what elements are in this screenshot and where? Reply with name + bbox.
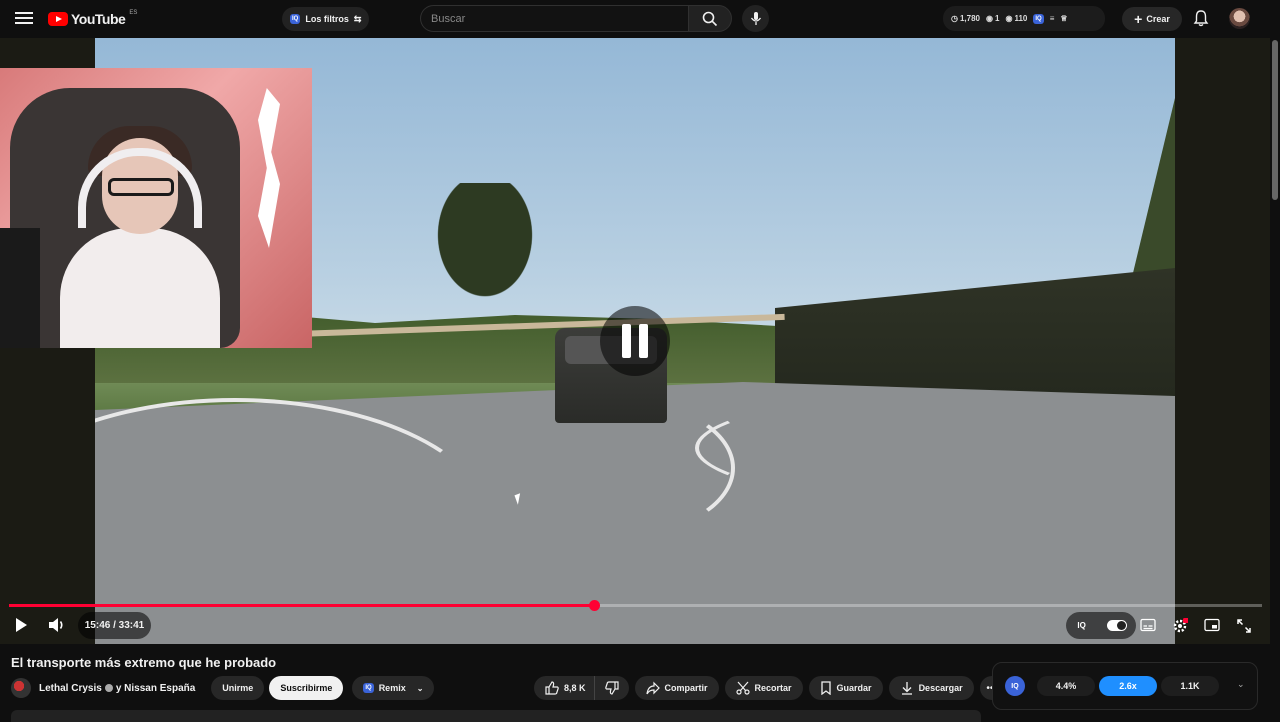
- action-row: 8,8 K Compartir Recortar Guardar Descarg…: [534, 676, 1004, 700]
- plus-icon: +: [1134, 11, 1143, 27]
- time-display: 15:46 / 33:41: [78, 612, 151, 639]
- voice-search-button[interactable]: [742, 5, 769, 32]
- fullscreen-icon: [1237, 619, 1251, 633]
- stat-count2: 110: [1014, 14, 1028, 23]
- miniplayer-button[interactable]: [1204, 618, 1220, 632]
- save-label: Guardar: [836, 683, 872, 693]
- join-button[interactable]: Unirme: [211, 676, 265, 700]
- webcam-person: [40, 108, 230, 348]
- progress-bar[interactable]: [9, 600, 1262, 611]
- country-code: ES: [129, 10, 138, 16]
- autoplay-toggle[interactable]: [1106, 620, 1127, 631]
- search-icon: [702, 11, 718, 26]
- youtube-play-icon: [48, 12, 68, 26]
- clip-label: Recortar: [754, 683, 792, 693]
- miniplayer-icon: [1204, 618, 1220, 632]
- webcam-overlay: [0, 68, 312, 348]
- extension-controls: IQ: [1066, 612, 1136, 639]
- dislike-button[interactable]: [593, 676, 629, 700]
- pause-icon: [622, 324, 631, 358]
- channel-row: Lethal Crysis y Nissan España Unirme Sus…: [11, 676, 435, 700]
- clip-button[interactable]: Recortar: [724, 676, 803, 700]
- iq-icon: IQ: [1033, 13, 1044, 24]
- filters-label: Los filtros: [305, 14, 349, 24]
- thumbs-down-icon: [604, 681, 619, 695]
- user-avatar[interactable]: [1229, 8, 1250, 29]
- thumbs-up-icon: [545, 681, 559, 695]
- subscribe-button[interactable]: Suscribirme: [269, 676, 344, 700]
- like-button[interactable]: 8,8 K: [534, 676, 594, 700]
- download-button[interactable]: Descargar: [888, 676, 974, 700]
- page-scrollbar[interactable]: [1270, 0, 1280, 720]
- sliders-icon: ⇆: [353, 13, 362, 24]
- video-tree: [425, 183, 545, 313]
- share-icon: [645, 681, 660, 695]
- share-button[interactable]: Compartir: [634, 676, 719, 700]
- volume-button[interactable]: [47, 616, 67, 634]
- youtube-logo[interactable]: YouTube ES: [48, 10, 138, 27]
- search-button[interactable]: [688, 5, 732, 32]
- download-label: Descargar: [918, 683, 963, 693]
- verified-icon: [104, 684, 113, 692]
- play-button[interactable]: [13, 616, 31, 634]
- stat-count1: 1: [995, 14, 1000, 23]
- save-button[interactable]: Guardar: [808, 676, 883, 700]
- create-label: Crear: [1146, 14, 1170, 24]
- microphone-icon: [750, 11, 761, 25]
- settings-button[interactable]: [1172, 618, 1190, 633]
- search-input[interactable]: [420, 5, 688, 32]
- scissors-icon: [735, 681, 750, 695]
- search-box: [420, 5, 732, 32]
- fullscreen-button[interactable]: [1236, 618, 1252, 633]
- remix-label: Remix: [378, 683, 406, 693]
- pause-overlay-button[interactable]: [600, 306, 670, 376]
- video-player[interactable]: 15:46 / 33:41 IQ: [0, 38, 1270, 644]
- subtitles-button[interactable]: [1140, 618, 1156, 632]
- iq-stat-multiplier[interactable]: 2.6x: [1099, 676, 1157, 696]
- notifications-button[interactable]: [1192, 9, 1210, 27]
- top-bar: YouTube ES IQ Los filtros ⇆ ◷1,780 ◉1 ◉1…: [0, 0, 1280, 38]
- webcam-mic: [0, 228, 40, 348]
- chevron-down-icon: ⌄: [416, 683, 424, 693]
- subtitles-icon: [1140, 618, 1156, 632]
- iq-stat-engagement[interactable]: 4.4%: [1037, 676, 1095, 696]
- share-label: Compartir: [664, 683, 708, 693]
- clock-icon: ◷: [951, 14, 958, 23]
- video-title: El transporte más extremo que he probado: [11, 655, 277, 670]
- webcam-neon-light: [258, 88, 280, 248]
- iq-logo-icon[interactable]: IQ: [1005, 676, 1025, 696]
- progress-fill: [9, 604, 595, 607]
- channel-avatar[interactable]: [11, 678, 31, 698]
- channel-name[interactable]: Lethal Crysis: [39, 683, 102, 694]
- award-icon: ♕: [1060, 14, 1068, 23]
- like-count: 8,8 K: [564, 683, 586, 693]
- chevron-down-icon[interactable]: ⌄: [1237, 679, 1245, 690]
- description-box[interactable]: [11, 710, 981, 722]
- remix-button[interactable]: IQ Remix ⌄: [352, 676, 435, 700]
- filters-button[interactable]: IQ Los filtros ⇆: [282, 7, 370, 31]
- eye-icon: ◉: [986, 14, 993, 23]
- iq-stat-count[interactable]: 1.1K: [1161, 676, 1219, 696]
- bell-icon: [1193, 10, 1209, 27]
- volume-icon: [49, 618, 63, 632]
- stats-extension[interactable]: ◷ 1,780 ◉ 1 ◉ 110 IQ ≡ ♕: [943, 6, 1105, 31]
- list-icon: ≡: [1049, 14, 1055, 23]
- iq-icon: IQ: [290, 14, 301, 24]
- iq-icon[interactable]: IQ: [1075, 620, 1087, 632]
- download-icon: [901, 682, 912, 695]
- menu-icon[interactable]: [14, 9, 34, 29]
- logo-text: YouTube: [71, 11, 126, 27]
- iq-stats-panel: IQ 4.4% 2.6x 1.1K ⌄: [992, 662, 1258, 710]
- stat-views: 1,780: [959, 14, 981, 23]
- gear-icon: [1173, 618, 1190, 633]
- scrollbar-thumb[interactable]: [1272, 40, 1278, 200]
- iq-icon: IQ: [363, 683, 374, 693]
- collab-name[interactable]: y Nissan España: [116, 683, 195, 694]
- create-button[interactable]: + Crear: [1122, 7, 1182, 31]
- bookmark-icon: [820, 681, 831, 695]
- eye-icon: ◉: [1005, 14, 1013, 23]
